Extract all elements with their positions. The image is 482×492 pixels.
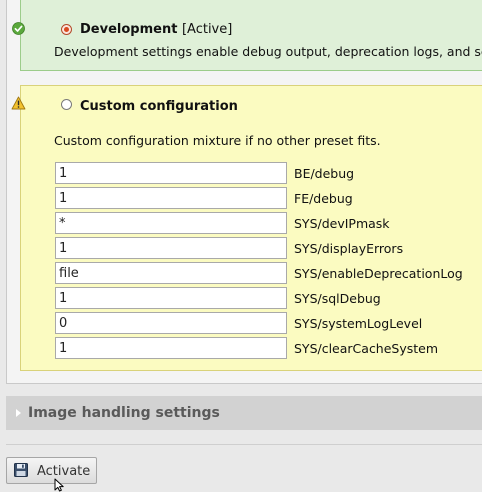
field-label: SYS/clearCacheSystem: [294, 341, 439, 356]
sql-debug-input[interactable]: [55, 287, 287, 309]
field-label: SYS/enableDeprecationLog: [294, 266, 463, 281]
divider: [6, 444, 482, 445]
preset-custom-title: Custom configuration: [80, 99, 238, 114]
field-label: FE/debug: [294, 191, 353, 206]
preset-development: Development [Active] Development setting…: [20, 0, 482, 71]
activate-button[interactable]: Activate: [6, 457, 97, 484]
fe-debug-input[interactable]: [55, 187, 287, 209]
field-label: SYS/systemLogLevel: [294, 316, 423, 331]
display-errors-input[interactable]: [55, 237, 287, 259]
dev-ip-mask-input[interactable]: [55, 212, 287, 234]
mouse-pointer-icon: [54, 478, 64, 492]
field-label: SYS/devIPmask: [294, 216, 390, 231]
chevron-right-icon: [16, 409, 21, 417]
field-label: SYS/displayErrors: [294, 241, 404, 256]
preset-active-state: [Active]: [181, 22, 233, 37]
image-handling-section-header[interactable]: Image handling settings: [6, 396, 482, 430]
preset-development-radio[interactable]: [61, 24, 72, 35]
deprecation-log-input[interactable]: [55, 262, 287, 284]
be-debug-input[interactable]: [55, 162, 287, 184]
preset-custom-radio[interactable]: [61, 99, 72, 110]
floppy-disk-icon: [14, 463, 28, 477]
warning-triangle-icon: [11, 96, 26, 110]
activate-button-label: Activate: [37, 464, 91, 479]
field-label: SYS/sqlDebug: [294, 291, 381, 306]
field-label: BE/debug: [294, 166, 355, 181]
preset-development-description: Development settings enable debug output…: [54, 44, 482, 59]
clear-cache-system-input[interactable]: [55, 337, 287, 359]
preset-development-title: Development [Active]: [80, 22, 233, 37]
check-circle-icon: [12, 22, 25, 35]
section-title: Image handling settings: [28, 405, 220, 421]
preset-custom-description: Custom configuration mixture if no other…: [54, 133, 381, 148]
system-log-level-input[interactable]: [55, 312, 287, 334]
